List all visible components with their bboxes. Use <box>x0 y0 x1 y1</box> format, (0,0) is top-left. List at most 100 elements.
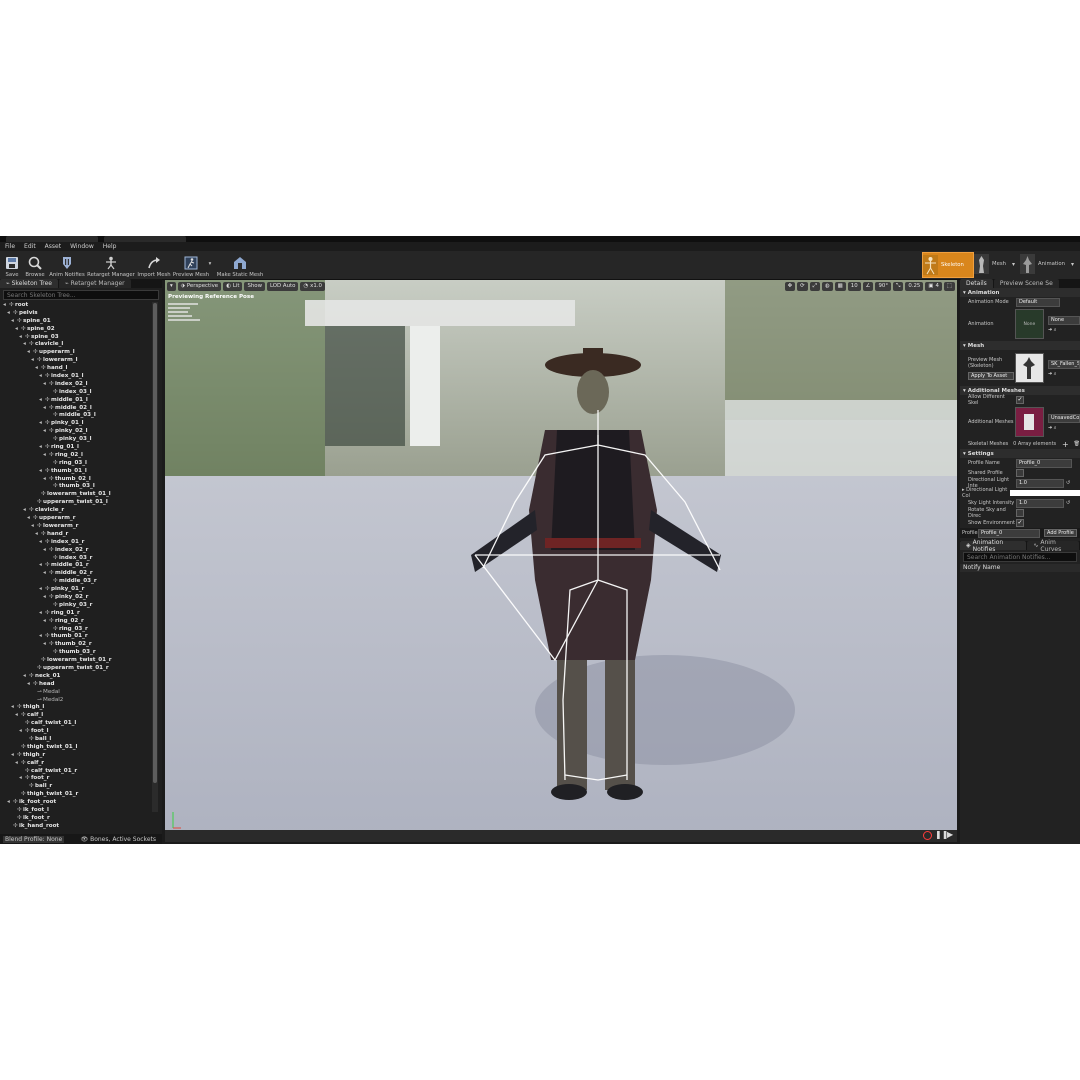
anim-notifies-button[interactable]: Anim Notifies <box>49 251 85 279</box>
bone-row[interactable]: ◂ ✢head <box>0 681 152 689</box>
translate-tool-button[interactable]: ✥ <box>784 281 796 291</box>
bone-row[interactable]: ✢index_03_l <box>0 389 152 397</box>
bone-row[interactable]: ◂ ✢spine_02 <box>0 326 152 334</box>
bone-row[interactable]: ◂ ✢hand_l <box>0 365 152 373</box>
additional-meshes-field[interactable]: UnsavedColl <box>1048 413 1080 423</box>
record-button[interactable] <box>923 831 932 840</box>
settings-section-header[interactable]: ▾ Settings <box>960 449 1080 458</box>
mode-skeleton-button[interactable]: Skeleton <box>922 252 974 278</box>
bone-row[interactable]: ◂ ✢pinky_02_l <box>0 428 152 436</box>
bone-row[interactable]: ◂ ✢ring_01_l <box>0 444 152 452</box>
add-profile-button[interactable]: Add Profile <box>1044 529 1077 537</box>
menu-help[interactable]: Help <box>103 243 117 250</box>
bone-row[interactable]: ✢index_03_r <box>0 555 152 563</box>
bone-row[interactable]: ◂ ✢thigh_r <box>0 752 152 760</box>
bone-row[interactable]: ◂ ✢middle_01_r <box>0 562 152 570</box>
skeleton-search-input[interactable]: Search Skeleton Tree... <box>3 290 159 300</box>
rotation-snap-toggle[interactable]: ∠ <box>862 281 874 291</box>
bones-filter-dropdown[interactable]: 👁 Bones, Active Sockets <box>81 836 156 843</box>
blend-profile-dropdown[interactable]: Blend Profile: None <box>3 835 65 843</box>
bone-row[interactable]: ◂ ✢middle_02_l <box>0 405 152 413</box>
bone-row[interactable]: ◂ ✢index_02_l <box>0 381 152 389</box>
preview-mesh-field[interactable]: SK_Fallen_S <box>1048 359 1080 369</box>
bone-row[interactable]: ◂ ✢neck_01 <box>0 673 152 681</box>
socket-row[interactable]: ⊸Medal <box>0 689 152 697</box>
bone-row[interactable]: ◂ ✢clavicle_r <box>0 507 152 515</box>
animation-thumbnail[interactable]: None <box>1014 309 1044 339</box>
lit-button[interactable]: ◐ Lit <box>223 281 243 291</box>
bone-row[interactable]: ✢lowerarm_twist_01_l <box>0 491 152 499</box>
notifies-search-input[interactable]: Search Animation Notifies... <box>963 552 1077 562</box>
bone-row[interactable]: ◂ ✢foot_l <box>0 728 152 736</box>
preview-mesh-dropdown[interactable]: ▾ <box>206 251 214 279</box>
viewport-options-button[interactable]: ▾ <box>167 281 176 291</box>
grid-snap-toggle[interactable]: ▦ <box>834 281 846 291</box>
bone-row[interactable]: ◂ ✢upperarm_r <box>0 515 152 523</box>
tab-preview-scene[interactable]: Preview Scene Se <box>993 279 1059 288</box>
use-selected-arrow-icon[interactable]: ➜ <box>1048 425 1052 431</box>
bone-row[interactable]: ✢thumb_03_l <box>0 483 152 491</box>
browse-magnifier-icon[interactable]: ⌕ <box>1054 371 1057 377</box>
menu-file[interactable]: File <box>5 243 15 250</box>
bone-row[interactable]: ◂ ✢hand_r <box>0 531 152 539</box>
bone-row[interactable]: ◂ ✢calf_r <box>0 760 152 768</box>
bone-row[interactable]: ✢calf_twist_01_r <box>0 768 152 776</box>
bone-row[interactable]: ◂ ✢spine_03 <box>0 334 152 342</box>
preview-viewport[interactable]: ▾ ⬗ Perspective ◐ Lit Show LOD Auto ◔ x1.0 … <box>165 280 957 842</box>
show-environment-checkbox[interactable]: ✓ <box>1016 519 1024 527</box>
mesh-section-header[interactable]: ▾ Mesh <box>960 341 1080 350</box>
tab-animation-notifies[interactable]: ◈ Animation Notifies <box>960 539 1027 553</box>
bone-row[interactable]: ◂ ✢ik_foot_root <box>0 799 152 807</box>
scrollbar-thumb[interactable] <box>153 303 157 783</box>
bone-row[interactable]: ✢ring_03_l <box>0 460 152 468</box>
scale-tool-button[interactable]: ⤢ <box>809 281 820 291</box>
bone-row[interactable]: ✢pinky_03_r <box>0 602 152 610</box>
bone-row[interactable]: ◂ ✢pinky_01_r <box>0 586 152 594</box>
bone-row[interactable]: ◂ ✢pelvis <box>0 310 152 318</box>
save-button[interactable]: Save <box>2 251 22 279</box>
bone-row[interactable]: ◂ ✢thumb_01_l <box>0 468 152 476</box>
bone-row[interactable]: ✢middle_03_l <box>0 412 152 420</box>
playback-speed-button[interactable]: ◔ x1.0 <box>300 281 325 291</box>
bone-row[interactable]: ◂ ✢calf_l <box>0 712 152 720</box>
bone-row[interactable]: ◂ ✢pinky_01_l <box>0 420 152 428</box>
bone-row[interactable]: ✢ik_foot_r <box>0 815 152 823</box>
rotate-tool-button[interactable]: ⟳ <box>797 281 808 291</box>
mode-animation-button[interactable]: Animation ▾ <box>1020 252 1080 276</box>
bone-row[interactable]: ✢upperarm_twist_01_r <box>0 665 152 673</box>
allow-different-checkbox[interactable]: ✓ <box>1016 396 1024 404</box>
bone-row[interactable]: ✢ik_hand_root <box>0 823 152 831</box>
directional-light-color-swatch[interactable] <box>1010 490 1080 496</box>
bone-row[interactable]: ◂ ✢ring_01_r <box>0 610 152 618</box>
shared-profile-checkbox[interactable] <box>1016 469 1024 477</box>
bone-row[interactable]: ◂ ✢ring_02_l <box>0 452 152 460</box>
mode-mesh-button[interactable]: Mesh ▾ <box>974 252 1018 276</box>
bone-row[interactable]: ◂ ✢thumb_02_l <box>0 476 152 484</box>
bone-row[interactable]: ◂ ✢root <box>0 302 152 310</box>
bone-row[interactable]: ✢thigh_twist_01_r <box>0 791 152 799</box>
sky-light-intensity-input[interactable]: 1.0 <box>1016 498 1064 508</box>
scale-snap-value[interactable]: 0.25 <box>905 281 924 291</box>
bone-row[interactable]: ◂ ✢spine_01 <box>0 318 152 326</box>
additional-meshes-thumbnail[interactable] <box>1014 407 1044 437</box>
bone-row[interactable]: ✢upperarm_twist_01_l <box>0 499 152 507</box>
rotation-snap-value[interactable]: 90° <box>875 281 892 291</box>
menu-window[interactable]: Window <box>70 243 94 250</box>
bone-row[interactable]: ◂ ✢clavicle_l <box>0 341 152 349</box>
bone-row[interactable]: ◂ ✢index_02_r <box>0 547 152 555</box>
step-forward-button[interactable]: ▶ <box>947 830 953 839</box>
lod-button[interactable]: LOD Auto <box>267 281 299 291</box>
preview-mesh-button[interactable]: Preview Mesh <box>173 251 209 279</box>
profile-name-input[interactable]: Profile_0 <box>1016 458 1072 468</box>
use-selected-arrow-icon[interactable]: ➜ <box>1048 327 1052 333</box>
bone-row[interactable]: ✢ball_l <box>0 736 152 744</box>
bone-row[interactable]: ◂ ✢lowerarm_r <box>0 523 152 531</box>
bone-row[interactable]: ✢thigh_twist_01_l <box>0 744 152 752</box>
bone-row[interactable]: ◂ ✢ring_02_r <box>0 618 152 626</box>
reset-arrow-icon[interactable]: ↺ <box>1066 480 1070 486</box>
socket-row[interactable]: ⊸Medal2 <box>0 697 152 705</box>
make-static-mesh-button[interactable]: Make Static Mesh <box>217 251 263 279</box>
world-space-button[interactable]: ◍ <box>821 281 833 291</box>
tab-retarget-manager[interactable]: ⌁ Retarget Manager <box>58 279 131 288</box>
browse-magnifier-icon[interactable]: ⌕ <box>1054 425 1057 431</box>
